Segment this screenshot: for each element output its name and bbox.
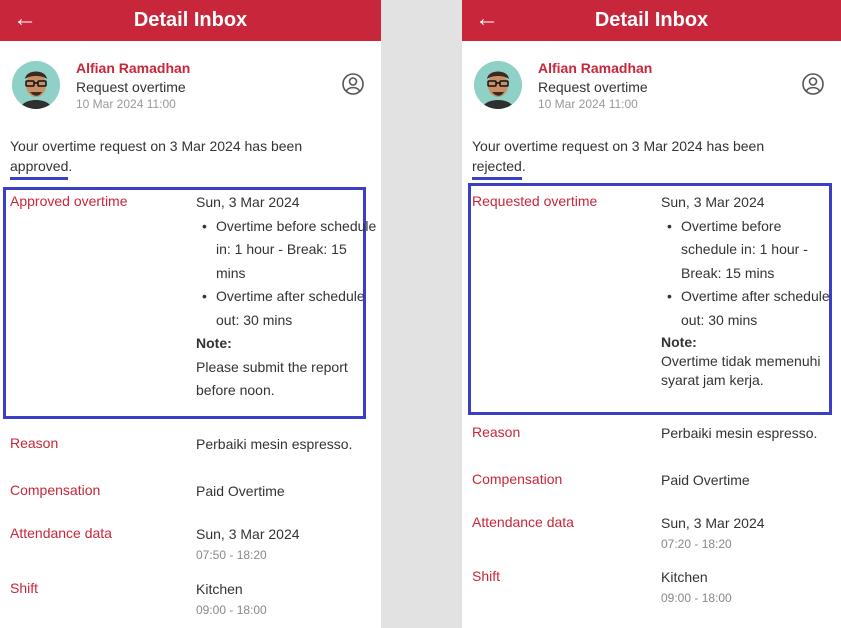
note-text: Please submit the report before noon. [196,358,348,399]
attendance-label: Attendance data [10,525,112,541]
page-title: Detail Inbox [594,9,709,31]
message-subject: Request overtime [538,79,648,95]
overtime-item: Overtime before schedule in: 1 hour - Br… [196,215,377,286]
shift-time: 09:00 - 18:00 [196,602,267,617]
message-subject: Request overtime [76,79,186,95]
overtime-label: Requested overtime [472,193,598,209]
compensation-value: Paid Overtime [661,472,750,488]
overtime-item: Overtime before schedule in: 1 hour - Br… [661,215,837,286]
avatar [12,61,60,109]
overtime-list: Overtime before schedule in: 1 hour - Br… [661,215,837,333]
shift-label: Shift [472,568,501,584]
reason-label: Reason [10,435,59,451]
shift-value: Kitchen 09:00 - 18:00 [661,566,837,606]
compensation-label: Compensation [472,471,563,487]
sender-name: Alfian Ramadhan [76,60,191,76]
attendance-value: Sun, 3 Mar 2024 07:50 - 18:20 [196,523,377,563]
overtime-value: Sun, 3 Mar 2024 Overtime before schedule… [196,191,377,403]
sender-block: Alfian Ramadhan Request overtime 10 Mar … [474,58,829,114]
attendance-label: Attendance data [472,514,574,530]
note-label: Note: [661,334,697,350]
sender-name: Alfian Ramadhan [538,60,653,76]
status-word: rejected [472,158,522,180]
header-bar: ← Detail Inbox [462,0,841,41]
message-period: . [68,158,73,174]
overtime-label: Approved overtime [10,193,128,209]
attendance-date: Sun, 3 Mar 2024 [661,515,765,531]
note-label: Note: [196,335,232,351]
attendance-date: Sun, 3 Mar 2024 [196,526,300,542]
status-word: approved [10,158,69,180]
status-message: Your overtime request on 3 Mar 2024 has … [10,136,371,180]
reason-label: Reason [472,424,521,440]
user-circle-icon[interactable] [801,72,825,96]
shift-label: Shift [10,580,39,596]
reason-value: Perbaiki mesin espresso. [661,425,818,441]
avatar [474,61,522,109]
sender-block: Alfian Ramadhan Request overtime 10 Mar … [12,58,369,114]
overtime-date: Sun, 3 Mar 2024 [661,194,765,210]
shift-value: Kitchen 09:00 - 18:00 [196,578,377,618]
shift-time: 09:00 - 18:00 [661,590,732,605]
attendance-time: 07:50 - 18:20 [196,547,267,562]
attendance-time: 07:20 - 18:20 [661,536,732,551]
overtime-item: Overtime after schedule out: 30 mins [196,285,377,332]
overtime-list: Overtime before schedule in: 1 hour - Br… [196,215,377,333]
rejected-detail-screen: ← Detail Inbox Alfian Ramadhan Request o… [462,0,841,628]
shift-name: Kitchen [196,581,243,597]
approved-detail-screen: ← Detail Inbox Alfian Ramadhan Request o… [0,0,381,628]
message-text: Your overtime request on 3 Mar 2024 has … [472,138,765,154]
message-timestamp: 10 Mar 2024 11:00 [538,97,638,111]
overtime-value: Sun, 3 Mar 2024 Overtime before schedule… [661,191,837,390]
overtime-date: Sun, 3 Mar 2024 [196,194,300,210]
status-message: Your overtime request on 3 Mar 2024 has … [472,136,831,180]
note-text: Overtime tidak memenuhi syarat jam kerja… [661,353,821,388]
message-text: Your overtime request on 3 Mar 2024 has … [10,138,303,154]
message-period: . [521,158,526,174]
user-circle-icon[interactable] [341,72,365,96]
message-timestamp: 10 Mar 2024 11:00 [76,97,176,111]
page-title: Detail Inbox [133,9,248,31]
header-bar: ← Detail Inbox [0,0,381,41]
compensation-label: Compensation [10,482,101,498]
overtime-item: Overtime after schedule out: 30 mins [661,285,837,332]
attendance-value: Sun, 3 Mar 2024 07:20 - 18:20 [661,512,837,552]
reason-value: Perbaiki mesin espresso. [196,436,353,452]
shift-name: Kitchen [661,569,708,585]
compensation-value: Paid Overtime [196,483,285,499]
